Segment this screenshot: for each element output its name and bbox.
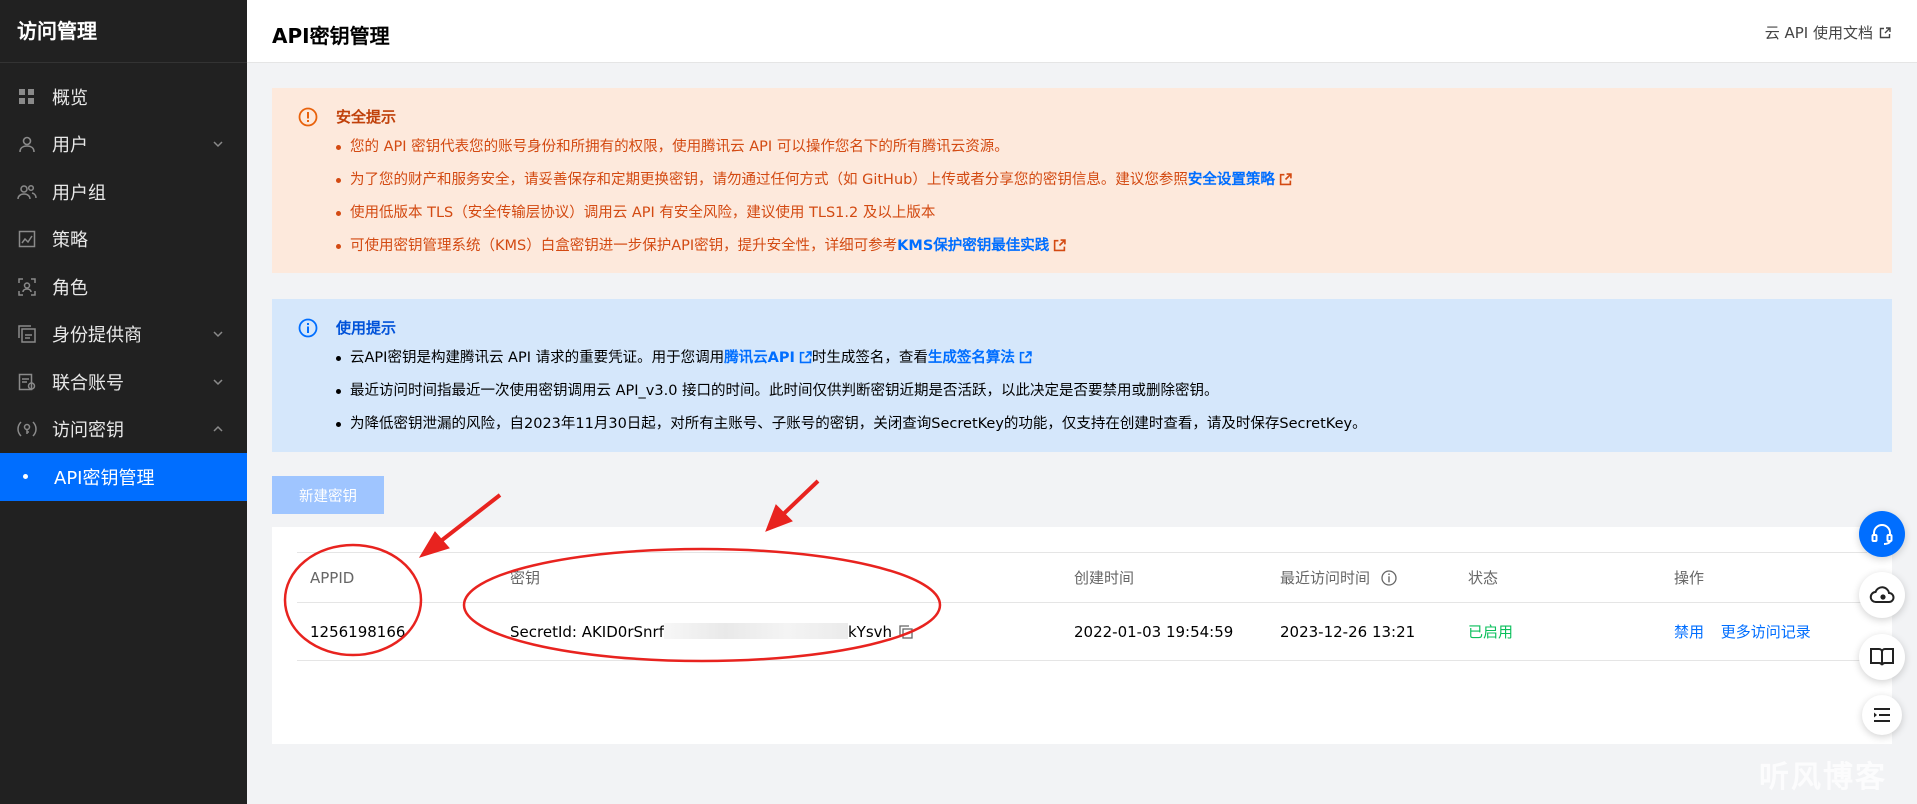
watermark: 听风博客 — [1759, 760, 1887, 795]
external-link-icon — [1019, 351, 1032, 364]
sidebar-menu: 概览 用户 用户组 策略 角色 身份提供商 联合账号 访问密钥 API密钥管理 — [0, 73, 247, 501]
column-header-last-access: 最近访问时间 — [1267, 552, 1455, 603]
grid-icon — [17, 87, 37, 107]
sidebar-item-federated-accounts[interactable]: 联合账号 — [0, 358, 247, 406]
created-time-cell: 2022-01-03 19:54:59 — [1061, 602, 1267, 661]
sidebar-item-policies[interactable]: 策略 — [0, 216, 247, 264]
list-item: 为了您的财产和服务安全，请妥善保存和定期更换密钥，请勿通过任何方式（如 GitH… — [336, 164, 1892, 197]
external-link-icon — [1054, 239, 1067, 252]
policy-icon — [17, 229, 37, 249]
headset-icon — [1871, 524, 1893, 545]
cloud-icon — [1869, 586, 1895, 603]
sidebar-item-identity-providers[interactable]: 身份提供商 — [0, 311, 247, 359]
api-docs-link-label: 云 API 使用文档 — [1764, 24, 1873, 42]
sidebar-item-label: 角色 — [52, 277, 88, 299]
security-notice-header: 安全提示 — [298, 106, 1892, 127]
sidebar-item-label: 用户 — [52, 135, 88, 157]
active-dot — [23, 474, 28, 480]
secret-id-cell: SecretId: AKID0rSnrf kYsvh — [497, 602, 1061, 661]
column-header-actions: 操作 — [1661, 552, 1867, 603]
external-link-icon — [1879, 26, 1891, 38]
external-link-icon — [799, 351, 812, 364]
signature-algorithm-link[interactable]: 生成签名算法 — [928, 350, 1015, 366]
sidebar-item-label: 联合账号 — [52, 372, 124, 394]
page-header: API密钥管理 云 API 使用文档 — [247, 0, 1917, 63]
role-icon — [17, 277, 37, 297]
indent-list-icon — [1874, 708, 1890, 722]
list-item: 云API密钥是构建腾讯云 API 请求的重要凭证。用于您调用腾讯云API 时生成签… — [336, 342, 1892, 375]
cloud-assistant-button[interactable] — [1859, 572, 1905, 618]
column-header-status: 状态 — [1455, 552, 1661, 603]
security-notice-title: 安全提示 — [336, 108, 397, 126]
chevron-down-icon — [213, 331, 223, 338]
sidebar-item-users[interactable]: 用户 — [0, 121, 247, 169]
usage-notice: 使用提示 云API密钥是构建腾讯云 API 请求的重要凭证。用于您调用腾讯云AP… — [272, 299, 1892, 452]
appid-cell: 1256198166 — [297, 602, 497, 661]
kms-best-practice-link[interactable]: KMS保护密钥最佳实践 — [897, 238, 1049, 254]
usage-notice-header: 使用提示 — [298, 317, 1892, 338]
sidebar-item-api-key-management[interactable]: API密钥管理 — [0, 453, 247, 501]
tencent-cloud-api-link[interactable]: 腾讯云API — [724, 350, 795, 366]
column-header-created: 创建时间 — [1061, 552, 1267, 603]
table-header-row: APPID 密钥 创建时间 最近访问时间 状态 操作 — [297, 552, 1867, 603]
sidebar-item-access-keys[interactable]: 访问密钥 — [0, 406, 247, 454]
sidebar-item-user-groups[interactable]: 用户组 — [0, 168, 247, 216]
external-link-icon — [1279, 173, 1292, 186]
info-icon[interactable] — [1381, 570, 1397, 586]
list-item: 最近访问时间指最近一次使用密钥调用云 API_v3.0 接口的时间。此时间仅供判… — [336, 375, 1892, 408]
copy-icon[interactable] — [899, 624, 913, 639]
actions-cell: 禁用 更多访问记录 — [1661, 602, 1867, 661]
list-item: 您的 API 密钥代表您的账号身份和所拥有的权限，使用腾讯云 API 可以操作您… — [336, 131, 1892, 164]
security-notice-list: 您的 API 密钥代表您的账号身份和所拥有的权限，使用腾讯云 API 可以操作您… — [298, 131, 1892, 263]
annotation-arrow-secret — [765, 479, 820, 532]
usage-notice-title: 使用提示 — [336, 319, 397, 337]
keys-table: APPID 密钥 创建时间 最近访问时间 状态 操作 1256198166 Se… — [297, 552, 1867, 661]
page-title: API密钥管理 — [272, 24, 390, 48]
book-icon — [1870, 648, 1894, 666]
status-cell: 已启用 — [1455, 602, 1661, 661]
chevron-down-icon — [213, 141, 223, 148]
user-icon — [17, 134, 37, 154]
more-access-records-link[interactable]: 更多访问记录 — [1721, 623, 1811, 641]
sidebar-item-overview[interactable]: 概览 — [0, 73, 247, 121]
sidebar-item-label: 访问密钥 — [52, 420, 124, 442]
usage-notice-list: 云API密钥是构建腾讯云 API 请求的重要凭证。用于您调用腾讯云API 时生成签… — [298, 342, 1892, 441]
create-key-button[interactable]: 新建密钥 — [272, 476, 384, 514]
column-header-key: 密钥 — [497, 552, 1061, 603]
disable-link[interactable]: 禁用 — [1674, 623, 1704, 641]
customer-service-button[interactable] — [1859, 511, 1905, 557]
user-group-icon — [17, 182, 37, 202]
sidebar-item-label: API密钥管理 — [54, 467, 155, 489]
sidebar-title: 访问管理 — [0, 0, 247, 63]
federated-account-icon — [17, 372, 37, 392]
documentation-button[interactable] — [1859, 634, 1905, 680]
sidebar-item-label: 概览 — [52, 87, 88, 109]
sidebar-item-roles[interactable]: 角色 — [0, 263, 247, 311]
sidebar: 访问管理 概览 用户 用户组 策略 角色 身份提供商 联合账号 访问密钥 API… — [0, 0, 247, 804]
list-item: 可使用密钥管理系统（KMS）白盒密钥进一步保护API密钥，提升安全性，详细可参考… — [336, 230, 1892, 263]
sidebar-item-label: 身份提供商 — [52, 325, 142, 347]
redacted-secret — [663, 622, 848, 639]
table-row: 1256198166 SecretId: AKID0rSnrf kYsvh 202… — [297, 602, 1867, 661]
security-policy-link[interactable]: 安全设置策略 — [1188, 172, 1275, 188]
sidebar-item-label: 用户组 — [52, 182, 106, 204]
last-access-time-cell: 2023-12-26 13:21 — [1267, 602, 1455, 661]
keys-table-card: APPID 密钥 创建时间 最近访问时间 状态 操作 1256198166 Se… — [272, 527, 1892, 744]
column-header-appid: APPID — [297, 552, 497, 603]
chevron-down-icon — [213, 379, 223, 385]
security-notice: 安全提示 您的 API 密钥代表您的账号身份和所拥有的权限，使用腾讯云 API … — [272, 88, 1892, 273]
list-item: 为降低密钥泄漏的风险，自2023年11月30日起，对所有主账号、子账号的密钥，关… — [336, 408, 1892, 441]
outline-toggle-button[interactable] — [1862, 695, 1902, 735]
list-item: 使用低版本 TLS（安全传输层协议）调用云 API 有安全风险，建议使用 TLS… — [336, 197, 1892, 230]
identity-provider-icon — [17, 324, 37, 344]
api-docs-link[interactable]: 云 API 使用文档 — [1765, 22, 1891, 43]
chevron-up-icon — [213, 426, 223, 432]
info-icon — [298, 318, 318, 337]
sidebar-item-label: 策略 — [52, 230, 88, 252]
key-icon — [17, 419, 37, 439]
warning-icon — [298, 107, 318, 126]
